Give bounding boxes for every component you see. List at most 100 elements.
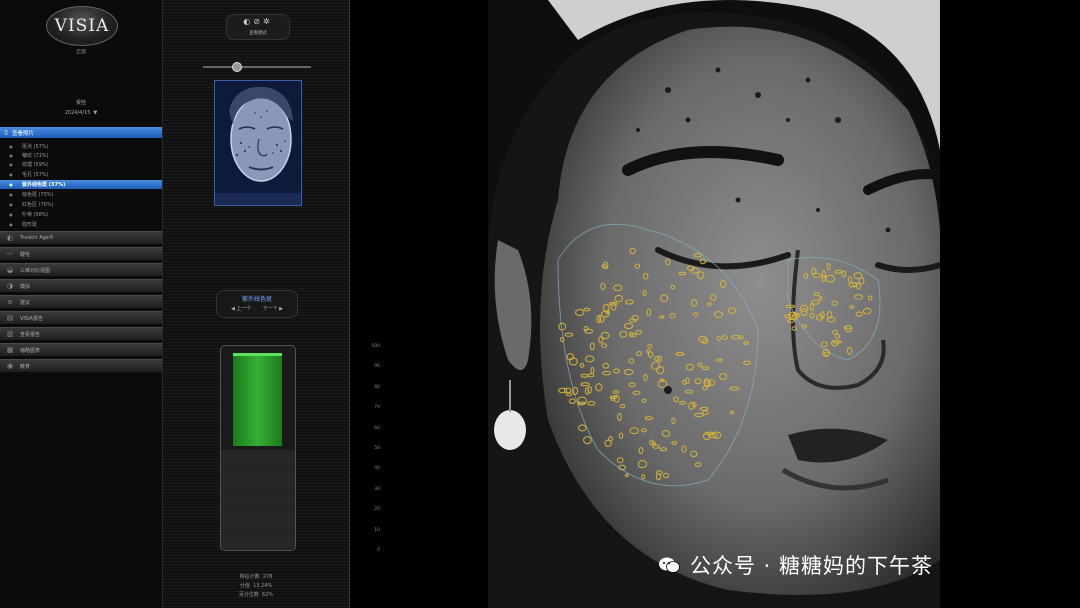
suggestion-icon: ≡ [7,298,13,306]
half-face-icon[interactable]: ◐ [243,17,253,26]
category-simulation[interactable]: ◑ 模拟 [0,279,162,292]
feature-title: 紫外线色斑 [241,296,272,303]
gauge-tick-label: 80 [374,384,380,390]
gauge-tick-label: 40 [374,466,380,472]
category-education[interactable]: ◉ 教育 [0,359,162,372]
nav-item-uv-spots[interactable]: ● 紫外线色斑 (37%) [0,180,162,189]
gauge-tick-label: 50 [374,446,380,451]
nav-item-label: 斑点 (57%) [22,144,49,150]
category-3d-view[interactable]: ◒ 三维对比视图 [0,263,162,276]
bullet-icon: ● [9,202,13,207]
nav-item-label: 毛孔 (57%) [22,172,49,178]
face-thumbnail[interactable] [214,80,302,206]
gauge-tick-label: 10 [374,527,380,533]
stat-row-percentile: 百分位数 62% [163,591,349,600]
category-suggestion[interactable]: ≡ 建议 [0,295,162,308]
nav-item-pores[interactable]: ● 毛孔 (57%) [0,170,162,179]
view-mode-selector[interactable]: ◐⊘✲ 查看模式 [226,14,290,40]
opacity-slider-track[interactable] [203,66,311,68]
face-render [488,0,940,608]
nav-item-hidden-spots[interactable]: ● 隐形斑 [0,220,162,229]
category-visia-report[interactable]: ▤ VISIA报告 [0,311,162,324]
category-thumbnails[interactable]: ▦ 缩略图表 [0,343,162,356]
watermark: 公众号 · 糖糖妈的下午茶 [658,550,933,580]
photo-icon: ▯ [4,129,8,136]
thumbnails-icon: ▦ [6,346,14,354]
nav-item-label: 隐形斑 [22,222,38,228]
category-label: 模拟 [20,283,31,290]
logo-text: VISIA [54,16,110,36]
nav-item-label: 紫外线色斑 (37%) [22,182,66,188]
view-mode-icons: ◐⊘✲ [227,17,289,26]
sidebar: VISIA 正面 受检 2024/4/15 ▼ ▯ 查看照片 ● 斑点 (57%) … [0,0,163,608]
gauge-tick-label: 0 [377,548,380,553]
nav-item-brown-spots[interactable]: ● 棕色斑 (75%) [0,190,162,199]
view-label: 正面 [75,49,86,55]
stat-label: 百分位数 [238,592,259,598]
bullet-icon: ● [9,212,13,217]
stat-row-count: 特征计数 278 [163,573,349,582]
watermark-text: 公众号 · 糖糖妈的下午茶 [690,554,934,578]
session-date: 2024/4/15 [64,110,91,116]
bullet-icon: ● [9,222,13,227]
category-eyelash[interactable]: 〰睫毛 [0,247,162,260]
gauge-tick-label: 70 [374,405,380,411]
stat-value: 62% [262,592,274,598]
stats-panel: 特征计数 278 分值 13.24% 百分位数 62% [163,573,349,600]
category-label: 查看报告 [20,331,41,338]
nav-item-wrinkles[interactable]: ● 皱纹 (71%) [0,151,162,160]
simulation-icon: ◑ [6,282,14,290]
category-label: 建议 [20,299,31,306]
category-truskin-age[interactable]: ◐ Truskin Age® [0,231,162,244]
feature-navigation: ◀ 上一个 下一个 ▶ [217,305,297,312]
nav-item-red-areas[interactable]: ● 红色区 (76%) [0,200,162,209]
patient-name: 受检 [75,100,86,106]
score-gauge [220,345,296,551]
hide-icon[interactable]: ⊘ [253,17,263,26]
gauge-tick-label: 100 [371,344,380,349]
uv-spot-face-image[interactable] [488,0,940,608]
visia-logo[interactable]: VISIA [46,6,118,46]
category-label: 教育 [20,363,31,370]
stat-value: 13.24% [253,583,273,589]
settings-icon[interactable]: ✲ [263,17,273,26]
bullet-icon: ● [9,182,13,187]
gauge-lower-area [221,450,295,550]
session-date-select[interactable]: 2024/4/15 ▼ [0,110,162,116]
gauge-tick-label: 30 [374,486,380,492]
category-view-report[interactable]: ▥ 查看报告 [0,327,162,340]
nav-item-spots[interactable]: ● 斑点 (57%) [0,142,162,151]
category-label: VISIA报告 [20,315,43,322]
bullet-icon: ● [9,192,13,197]
view-mode-label: 查看模式 [249,31,267,36]
3d-icon: ◒ [6,266,14,274]
nav-item-label: 纹理 (59%) [22,162,49,168]
bullet-icon: ● [9,153,13,158]
category-view-photos[interactable]: ▯ 查看照片 [0,127,162,138]
analysis-panel: ◐⊘✲ 查看模式 紫外线色斑 ◀ 上一个 下一个 ▶ 100 90 80 70 … [163,0,380,608]
category-label: 三维对比视图 [20,267,51,274]
stat-value: 278 [262,574,273,580]
category-label: 睫毛 [20,251,31,258]
wechat-icon [659,557,680,573]
prev-button[interactable]: ◀ 上一个 [231,306,251,312]
opacity-slider-handle[interactable] [232,62,242,72]
education-icon: ◉ [6,362,14,370]
score-bar [233,353,282,446]
nav-item-label: 卟啉 (58%) [22,212,49,218]
bullet-icon: ● [9,172,13,177]
nav-item-label: 皱纹 (71%) [22,153,49,159]
stat-label: 分值 [239,583,250,589]
feature-title-box: 紫外线色斑 ◀ 上一个 下一个 ▶ [216,290,298,318]
gauge-axis: 100 90 80 70 60 50 40 30 20 10 0 [364,343,380,553]
gauge-tick-label: 20 [374,507,380,513]
nav-item-label: 棕色斑 (75%) [22,192,54,198]
category-label: Truskin Age® [20,235,54,241]
category-label: 查看照片 [12,130,35,137]
bullet-icon: ● [9,144,13,149]
nav-item-porphyrins[interactable]: ● 卟啉 (58%) [0,210,162,219]
nav-item-texture[interactable]: ● 纹理 (59%) [0,160,162,169]
stat-row-score: 分值 13.24% [163,582,349,591]
next-button[interactable]: 下一个 ▶ [263,306,283,312]
gauge-tick-label: 60 [374,425,380,431]
